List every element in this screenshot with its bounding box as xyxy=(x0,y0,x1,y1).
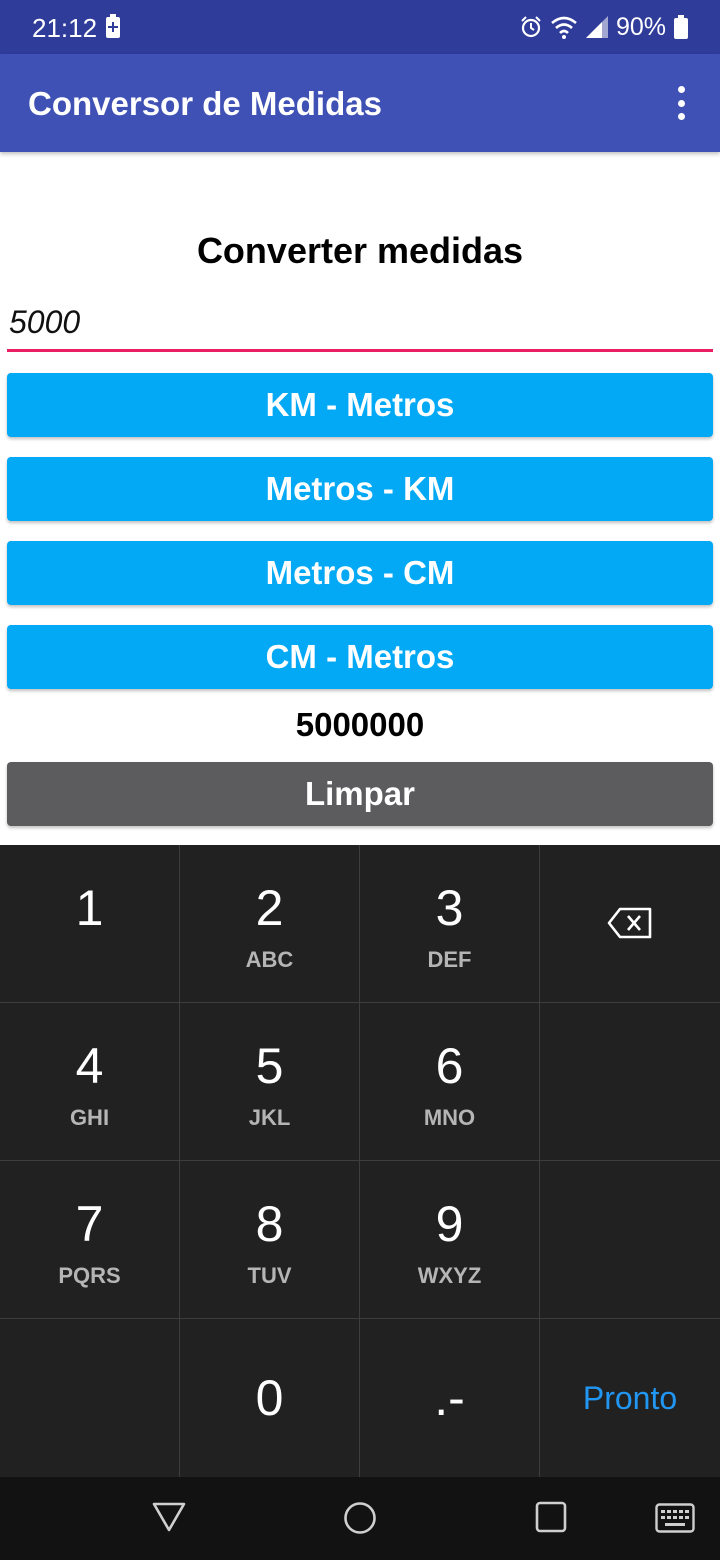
key-8[interactable]: 8 TUV xyxy=(180,1161,360,1319)
key-letters: WXYZ xyxy=(417,1263,482,1288)
key-number: 9 xyxy=(435,1196,464,1252)
measure-input[interactable]: 5000 xyxy=(7,294,713,352)
keyboard-icon[interactable] xyxy=(655,1503,695,1533)
key-letters: TUV xyxy=(247,1263,292,1288)
key-7[interactable]: 7 PQRS xyxy=(0,1161,180,1319)
key-empty xyxy=(0,1319,180,1477)
key-letters: DEF xyxy=(427,947,472,972)
key-0[interactable]: 0 xyxy=(180,1319,360,1477)
key-3[interactable]: 3 DEF xyxy=(360,845,540,1003)
key-2[interactable]: 2 ABC xyxy=(180,845,360,1003)
key-empty xyxy=(540,1003,720,1161)
numeric-keyboard: 1 2 ABC 3 DEF 4 GHI 5 JKL 6 MNO 7 PQRS 8… xyxy=(0,845,720,1477)
meters-to-km-button[interactable]: Metros - KM xyxy=(7,457,713,521)
battery-charging-icon xyxy=(106,14,120,38)
key-number: 2 xyxy=(255,880,284,936)
cm-to-meters-button[interactable]: CM - Metros xyxy=(7,625,713,689)
alarm-icon xyxy=(521,16,541,38)
key-9[interactable]: 9 WXYZ xyxy=(360,1161,540,1319)
key-number: .- xyxy=(434,1370,465,1426)
home-circle-icon[interactable] xyxy=(343,1501,377,1535)
status-time: 21:12 xyxy=(32,13,98,43)
key-letters: ABC xyxy=(245,947,294,972)
key-number: 7 xyxy=(75,1196,104,1252)
overflow-menu-icon[interactable] xyxy=(668,86,694,120)
key-number: 4 xyxy=(75,1038,104,1094)
result-text: 5000000 xyxy=(295,706,425,743)
km-to-meters-button[interactable]: KM - Metros xyxy=(7,373,713,437)
key-number: 1 xyxy=(75,880,104,936)
key-number: 5 xyxy=(255,1038,284,1094)
key-backspace[interactable] xyxy=(540,845,720,1003)
navigation-bar xyxy=(0,1477,720,1560)
status-bar: 21:12 90% xyxy=(0,0,720,54)
key-6[interactable]: 6 MNO xyxy=(360,1003,540,1161)
clear-button[interactable]: Limpar xyxy=(7,762,713,826)
done-label: Pronto xyxy=(582,1379,678,1416)
key-1[interactable]: 1 xyxy=(0,845,180,1003)
key-letters: GHI xyxy=(69,1105,110,1130)
key-dot-minus[interactable]: .- xyxy=(360,1319,540,1477)
key-5[interactable]: 5 JKL xyxy=(180,1003,360,1161)
status-icons: 90% xyxy=(520,12,688,42)
key-letters: MNO xyxy=(423,1105,476,1130)
key-empty xyxy=(540,1161,720,1319)
backspace-icon xyxy=(607,907,652,939)
key-letters: JKL xyxy=(248,1105,291,1130)
recents-square-icon[interactable] xyxy=(535,1501,567,1533)
app-title: Conversor de Medidas xyxy=(28,85,382,122)
key-number: 6 xyxy=(435,1038,464,1094)
key-number: 3 xyxy=(435,880,464,936)
key-letters: PQRS xyxy=(58,1263,121,1288)
signal-icon xyxy=(585,16,608,38)
key-4[interactable]: 4 GHI xyxy=(0,1003,180,1161)
key-number: 8 xyxy=(255,1196,284,1252)
meters-to-cm-button[interactable]: Metros - CM xyxy=(7,541,713,605)
page-title: Converter medidas xyxy=(196,230,524,271)
battery-percent: 90% xyxy=(615,12,666,41)
back-triangle-icon[interactable] xyxy=(152,1501,186,1533)
app-bar: Conversor de Medidas xyxy=(0,54,720,152)
key-number: 0 xyxy=(255,1370,284,1426)
wifi-icon xyxy=(551,16,577,39)
battery-icon xyxy=(674,15,688,39)
done-key[interactable]: Pronto xyxy=(540,1319,720,1477)
